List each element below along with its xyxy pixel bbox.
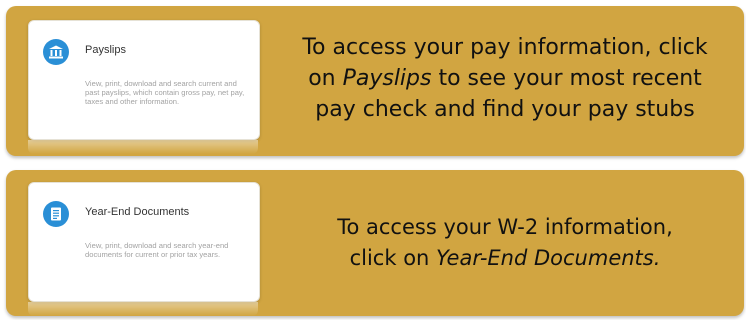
instruction-line-1: To access your W-2 information,	[337, 215, 673, 239]
instruction-text: on	[308, 66, 343, 91]
instruction-line-1: To access your pay information, click	[302, 35, 708, 60]
bank-icon	[43, 39, 69, 65]
instruction-text: click on	[349, 246, 437, 270]
year-end-documents-tile-description: View, print, download and search year-en…	[85, 241, 229, 260]
instruction-line-3: pay check and find your pay stubs	[315, 97, 695, 122]
year-end-documents-instruction: To access your W-2 information, click on…	[278, 212, 732, 274]
payslips-instruction: To access your pay information, click on…	[278, 32, 732, 125]
year-end-documents-tile[interactable]: Year-End Documents View, print, download…	[28, 182, 260, 302]
payslips-tile[interactable]: Payslips View, print, download and searc…	[28, 20, 260, 140]
year-end-documents-tile-title: Year-End Documents	[85, 206, 190, 218]
year-end-documents-panel: Year-End Documents View, print, download…	[6, 170, 744, 316]
tile-reflection	[28, 302, 258, 316]
instruction-text: to see your most recent	[431, 66, 702, 91]
payslips-tile-description: View, print, download and search current…	[85, 79, 245, 107]
document-icon	[43, 201, 69, 227]
tile-reflection	[28, 140, 258, 154]
payslips-tile-title: Payslips	[85, 44, 126, 56]
instruction-emphasis: Payslips	[342, 66, 432, 91]
instruction-emphasis: Year-End Documents.	[436, 246, 661, 270]
payslips-panel: Payslips View, print, download and searc…	[6, 6, 744, 156]
instruction-line-2: on Payslips to see your most recent	[278, 63, 732, 94]
instruction-line-2: click on Year-End Documents.	[278, 243, 732, 274]
